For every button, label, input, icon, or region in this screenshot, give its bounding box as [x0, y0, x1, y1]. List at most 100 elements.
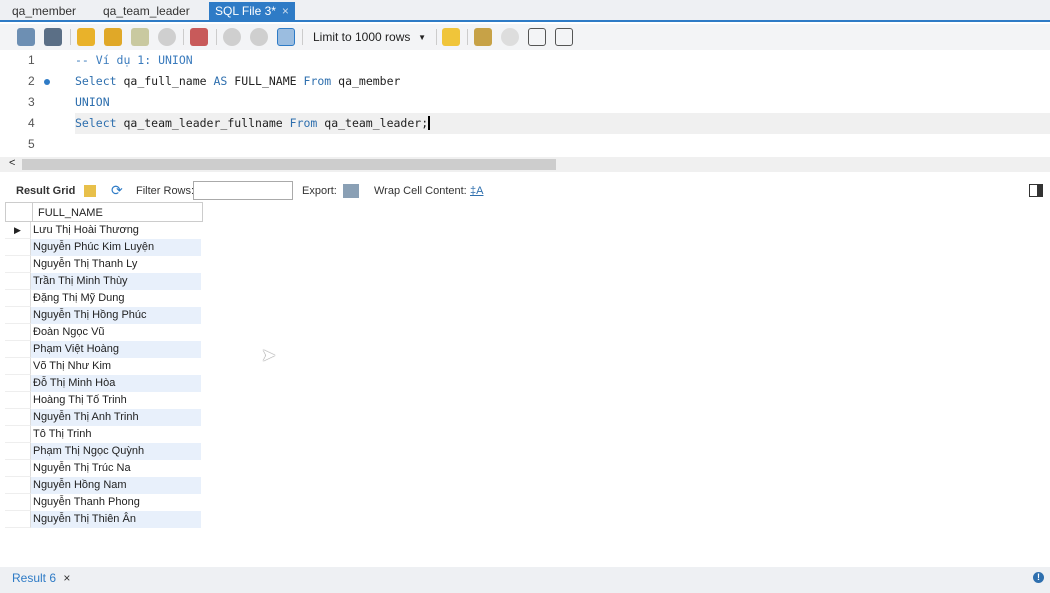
beautify-icon[interactable] — [474, 28, 492, 46]
cell-full-name[interactable]: Võ Thị Như Kim — [31, 358, 201, 375]
horizontal-scrollbar[interactable]: < — [0, 157, 1050, 172]
autocommit-icon[interactable] — [277, 28, 295, 46]
code-line[interactable]: 3 UNION — [0, 92, 1050, 113]
row-selector[interactable] — [5, 341, 31, 358]
row-selector[interactable] — [5, 256, 31, 273]
cell-full-name[interactable]: Đỗ Thị Minh Hòa — [31, 375, 201, 392]
cell-full-name[interactable]: Nguyễn Thanh Phong — [31, 494, 201, 511]
table-row[interactable]: ▶ Lưu Thị Hoài Thương — [5, 222, 203, 239]
code-line[interactable]: 5 — [0, 134, 1050, 155]
table-row[interactable]: Nguyễn Hồng Nam — [5, 477, 203, 494]
cell-full-name[interactable]: Phạm Thị Ngọc Quỳnh — [31, 443, 201, 460]
row-selector[interactable] — [5, 239, 31, 256]
cell-full-name[interactable]: Nguyễn Thị Hồng Phúc — [31, 307, 201, 324]
cell-full-name[interactable]: Trần Thị Minh Thùy — [31, 273, 201, 290]
tab-qa-member[interactable]: qa_member — [12, 2, 76, 22]
execute-current-icon[interactable] — [104, 28, 122, 46]
invisible-chars-icon[interactable] — [528, 28, 546, 46]
add-snippet-icon[interactable] — [442, 28, 460, 46]
table-row[interactable]: Đỗ Thị Minh Hòa — [5, 375, 203, 392]
info-icon[interactable]: ! — [1033, 572, 1044, 583]
row-selector[interactable] — [5, 358, 31, 375]
sql-identifier: FULL_NAME — [227, 74, 304, 88]
toggle-panel-icon[interactable] — [1029, 184, 1043, 197]
line-number: 4 — [28, 116, 35, 130]
cell-full-name[interactable]: Đặng Thị Mỹ Dung — [31, 290, 201, 307]
open-folder-icon[interactable] — [17, 28, 35, 46]
refresh-icon[interactable]: ⟳ — [111, 182, 123, 199]
table-row[interactable]: Phạm Việt Hoàng — [5, 341, 203, 358]
row-selector[interactable] — [5, 324, 31, 341]
code-text: Select qa_full_name AS FULL_NAME From qa… — [75, 71, 400, 92]
row-selector[interactable] — [5, 392, 31, 409]
sql-editor[interactable]: 1 -- Ví dụ 1: UNION 2 Select qa_full_name A… — [0, 50, 1050, 156]
grid-form-icon[interactable] — [84, 185, 96, 197]
cell-full-name[interactable]: Nguyễn Thị Thiên Ân — [31, 511, 201, 528]
table-row[interactable]: Nguyễn Phúc Kim Luyện — [5, 239, 203, 256]
wrap-lines-icon[interactable] — [555, 28, 573, 46]
table-row[interactable]: Phạm Thị Ngọc Quỳnh — [5, 443, 203, 460]
row-selector[interactable] — [5, 409, 31, 426]
row-selector[interactable] — [5, 307, 31, 324]
code-line[interactable]: 4 Select qa_team_leader_fullname From qa_… — [0, 113, 1050, 134]
cell-full-name[interactable]: Nguyễn Thị Trúc Na — [31, 460, 201, 477]
rollback-icon[interactable] — [250, 28, 268, 46]
row-selector[interactable] — [5, 443, 31, 460]
table-row[interactable]: Nguyễn Thị Trúc Na — [5, 460, 203, 477]
table-row[interactable]: Nguyễn Thị Thanh Ly — [5, 256, 203, 273]
scroll-left-icon[interactable]: < — [9, 157, 15, 169]
execute-icon[interactable] — [77, 28, 95, 46]
stop-icon[interactable] — [158, 28, 176, 46]
code-line[interactable]: 2 Select qa_full_name AS FULL_NAME From q… — [0, 71, 1050, 92]
table-row[interactable]: Nguyễn Thanh Phong — [5, 494, 203, 511]
cell-full-name[interactable]: Phạm Việt Hoàng — [31, 341, 201, 358]
tab-result-6[interactable]: Result 6 × — [12, 571, 70, 585]
tab-sql-file-3[interactable]: SQL File 3* × — [209, 2, 295, 22]
error-toggle-icon[interactable] — [190, 28, 208, 46]
cell-full-name[interactable]: Nguyễn Hồng Nam — [31, 477, 201, 494]
tab-qa-team-leader[interactable]: qa_team_leader — [103, 2, 190, 22]
limit-rows-select[interactable]: Limit to 1000 rows ▼ — [308, 29, 430, 46]
cell-full-name[interactable]: Tô Thị Trinh — [31, 426, 201, 443]
filter-rows-input[interactable] — [193, 181, 293, 200]
cell-full-name[interactable]: Nguyễn Phúc Kim Luyện — [31, 239, 201, 256]
table-row[interactable]: Võ Thị Như Kim — [5, 358, 203, 375]
close-icon[interactable]: × — [282, 4, 289, 18]
sql-keyword: UNION — [75, 95, 110, 109]
row-selector[interactable] — [5, 494, 31, 511]
cell-full-name[interactable]: Hoàng Thị Tố Trinh — [31, 392, 201, 409]
find-icon[interactable] — [501, 28, 519, 46]
table-row[interactable]: Đoàn Ngọc Vũ — [5, 324, 203, 341]
table-row[interactable]: Đặng Thị Mỹ Dung — [5, 290, 203, 307]
row-selector[interactable] — [5, 273, 31, 290]
cell-full-name[interactable]: Đoàn Ngọc Vũ — [31, 324, 201, 341]
cell-full-name[interactable]: Lưu Thị Hoài Thương — [31, 222, 201, 239]
result-grid-button[interactable]: Result Grid — [16, 185, 75, 197]
wrap-cell-icon[interactable]: ‡A — [470, 185, 483, 197]
line-number: 1 — [28, 53, 35, 67]
cell-full-name[interactable]: Nguyễn Thị Thanh Ly — [31, 256, 201, 273]
commit-icon[interactable] — [223, 28, 241, 46]
close-icon[interactable]: × — [63, 571, 70, 585]
row-selector[interactable] — [5, 511, 31, 528]
row-selector[interactable] — [5, 477, 31, 494]
row-selector[interactable] — [5, 375, 31, 392]
scrollbar-thumb[interactable] — [22, 159, 556, 170]
code-line[interactable]: 1 -- Ví dụ 1: UNION — [0, 50, 1050, 71]
row-selector[interactable] — [5, 290, 31, 307]
row-selector[interactable]: ▶ — [5, 222, 31, 239]
table-row[interactable]: Hoàng Thị Tố Trinh — [5, 392, 203, 409]
table-row[interactable]: Nguyễn Thị Thiên Ân — [5, 511, 203, 528]
column-header-full-name[interactable]: FULL_NAME — [32, 203, 202, 221]
cell-full-name[interactable]: Nguyễn Thị Anh Trinh — [31, 409, 201, 426]
table-row[interactable]: Nguyễn Thị Hồng Phúc — [5, 307, 203, 324]
save-icon[interactable] — [44, 28, 62, 46]
export-icon[interactable] — [343, 184, 359, 198]
table-row[interactable]: Nguyễn Thị Anh Trinh — [5, 409, 203, 426]
table-row[interactable]: Trần Thị Minh Thùy — [5, 273, 203, 290]
table-row[interactable]: Tô Thị Trinh — [5, 426, 203, 443]
row-selector[interactable] — [5, 460, 31, 477]
explain-icon[interactable] — [131, 28, 149, 46]
row-selector[interactable] — [5, 426, 31, 443]
line-number: 3 — [28, 95, 35, 109]
